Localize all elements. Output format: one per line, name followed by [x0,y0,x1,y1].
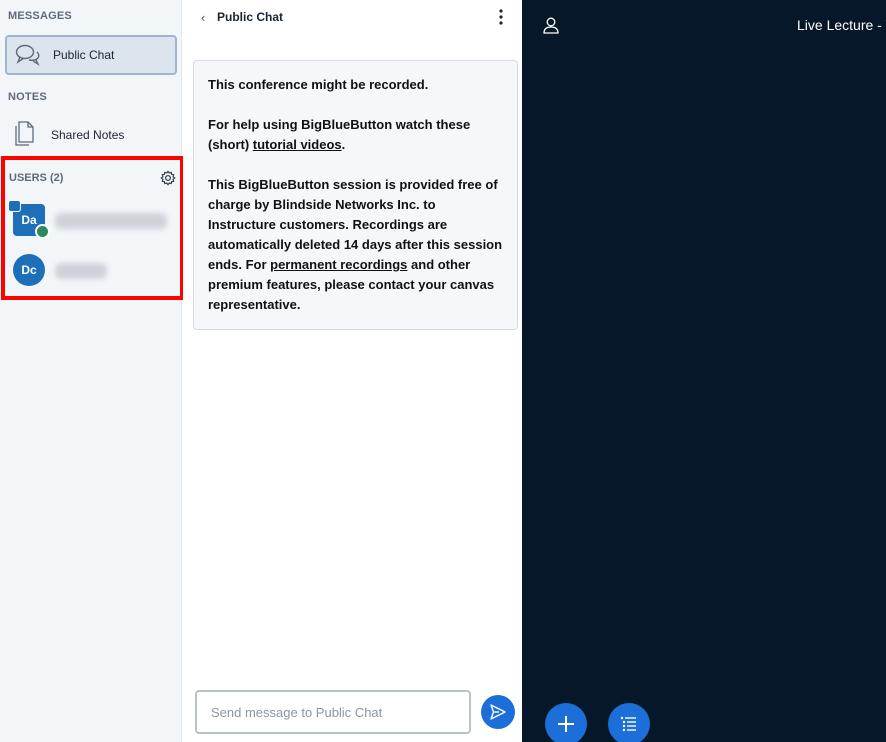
avatar-initials: Da [21,213,37,227]
welcome-line-help: For help using BigBlueButton watch these… [208,117,471,152]
send-button[interactable] [481,695,515,729]
plus-icon [558,716,574,732]
user-icon[interactable] [542,16,560,34]
user-list-item[interactable]: Dc [11,254,171,288]
chat-message-input[interactable] [195,690,471,734]
shared-notes-label: Shared Notes [51,128,125,142]
meeting-title: Live Lecture - W [797,17,886,33]
messages-section-title: MESSAGES [8,10,72,22]
moderator-icon [35,224,50,239]
chat-bubbles-icon [15,44,40,66]
sidebar-item-shared-notes[interactable]: Shared Notes [5,116,177,152]
chat-title[interactable]: Public Chat [217,10,283,24]
users-section-title: USERS (2) [9,172,64,184]
avatar: Dc [13,254,45,286]
list-button[interactable] [608,703,650,742]
tutorial-videos-link[interactable]: tutorial videos [253,137,342,152]
presenter-icon [8,200,21,212]
presentation-area: Live Lecture - W [522,0,886,742]
user-list-item[interactable]: Da [8,200,171,239]
user-name-blurred [55,263,107,279]
gear-icon[interactable] [160,170,176,186]
avatar-initials: Dc [21,263,37,277]
list-icon [620,716,636,732]
send-icon [490,704,506,720]
permanent-recordings-link[interactable]: permanent recordings [270,257,407,272]
users-section: USERS (2) Da Dc [1,156,184,300]
welcome-line-notice: This BigBlueButton session is provided f… [208,177,503,312]
notes-section-title: NOTES [8,91,47,103]
document-icon [15,121,34,146]
chat-panel: ‹ Public Chat This conference might be r… [183,0,522,742]
welcome-message: This conference might be recorded. For h… [193,60,518,330]
welcome-line-recorded: This conference might be recorded. [208,77,429,92]
user-name-blurred [55,213,167,229]
sidebar: MESSAGES Public Chat NOTES Shared Notes … [0,0,184,742]
chevron-left-icon[interactable]: ‹ [201,10,205,25]
more-options-icon[interactable] [495,8,507,26]
kebab-dots [499,9,503,25]
actions-button[interactable] [545,703,587,742]
public-chat-label: Public Chat [53,48,115,62]
sidebar-item-public-chat[interactable]: Public Chat [5,35,177,75]
